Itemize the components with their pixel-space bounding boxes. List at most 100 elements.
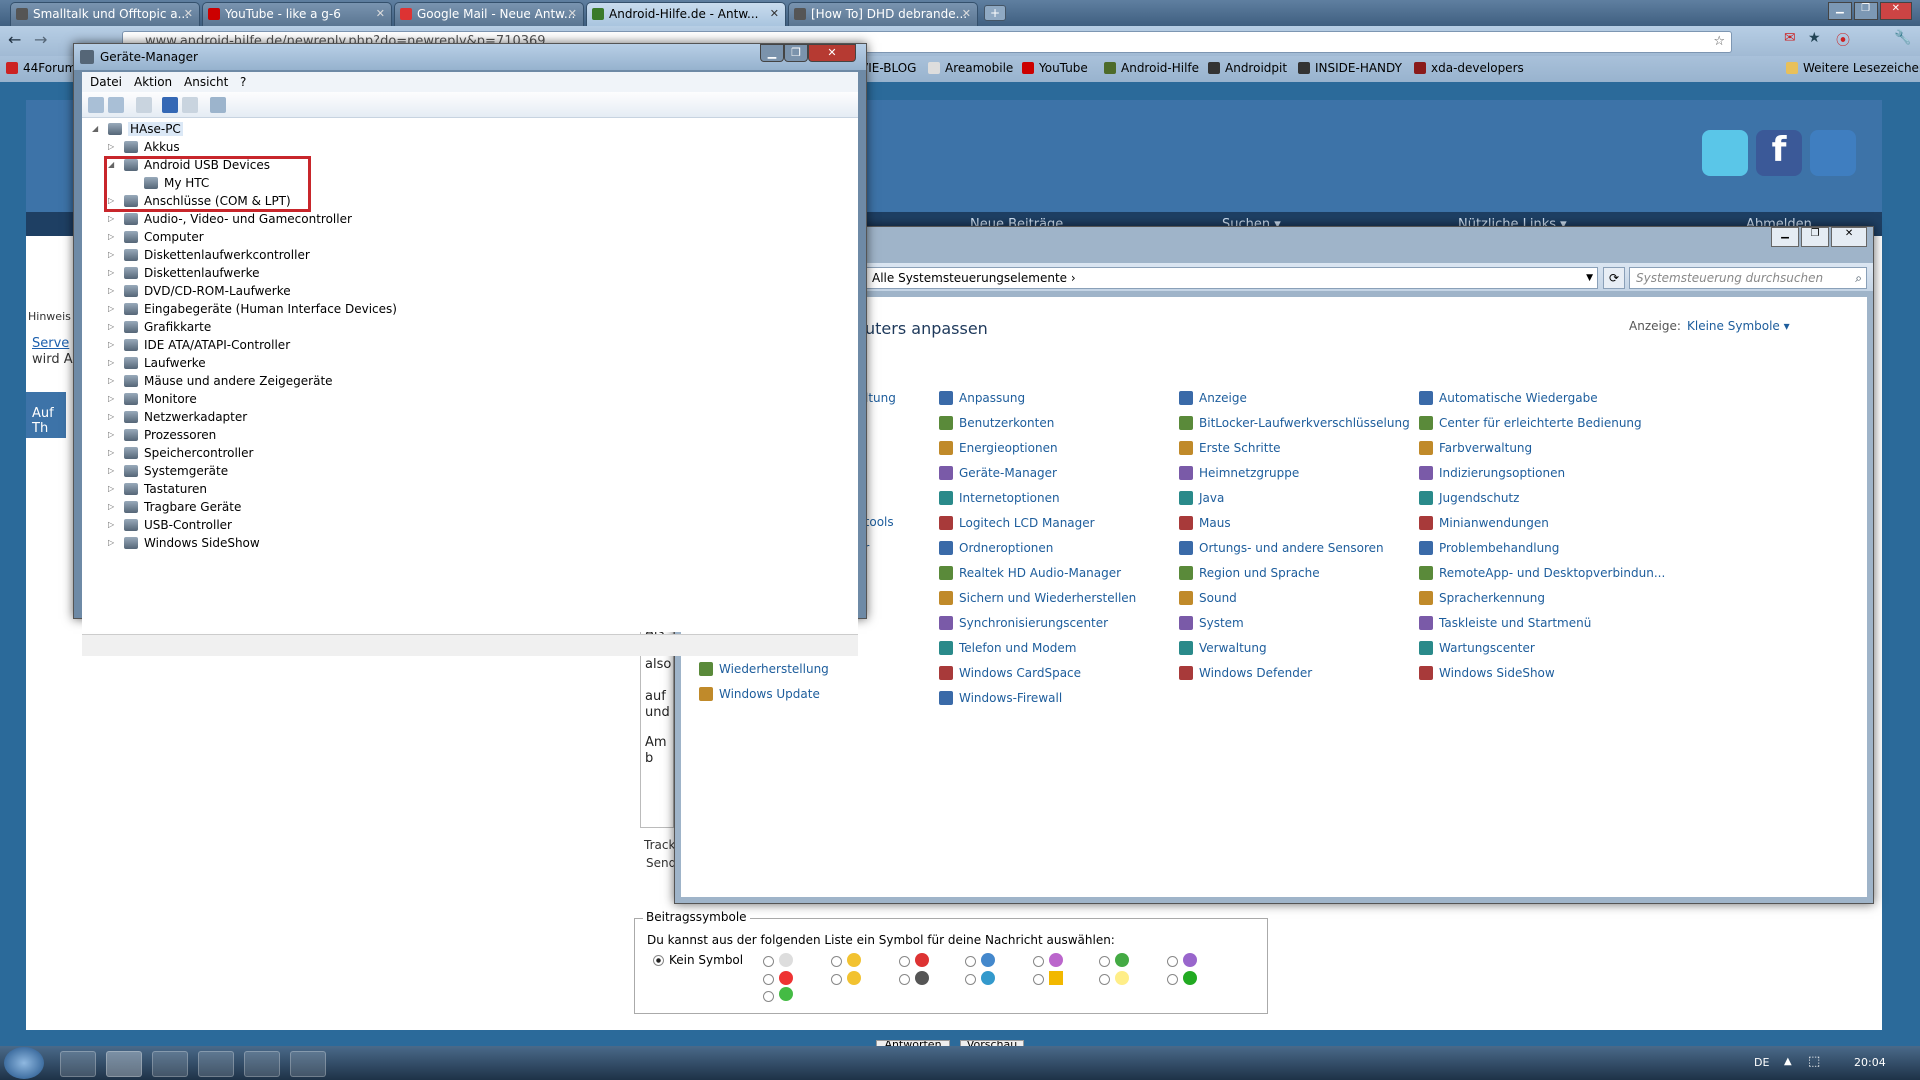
radio-icon[interactable] [965, 974, 976, 985]
cp-item[interactable]: Center für erleichterte Bedienung [1419, 414, 1642, 432]
bookmark-star-icon[interactable]: ☆ [1713, 32, 1725, 52]
radio-icon[interactable] [1167, 956, 1178, 967]
cp-item[interactable]: Region und Sprache [1179, 564, 1320, 582]
tree-category[interactable]: ▷ Diskettenlaufwerke [108, 264, 259, 282]
close-icon[interactable]: ✕ [962, 3, 971, 25]
collapse-arrow-icon[interactable]: ▷ [108, 480, 114, 498]
close-icon[interactable]: ✕ [568, 3, 577, 25]
maximize-button[interactable]: ❐ [1801, 227, 1830, 247]
tree-category[interactable]: ▷ Akkus [108, 138, 180, 156]
refresh-icon[interactable]: ⟳ [1603, 267, 1625, 289]
menu-ansicht[interactable]: Ansicht [184, 75, 228, 89]
skype-icon[interactable] [60, 1051, 96, 1077]
cp-item[interactable]: Anzeige [1179, 389, 1247, 407]
cp-item[interactable]: Automatische Wiedergabe [1419, 389, 1598, 407]
cp-item[interactable]: Benutzerkonten [939, 414, 1054, 432]
cp-item[interactable]: Ortungs- und andere Sensoren [1179, 539, 1384, 557]
close-icon[interactable]: ✕ [184, 3, 193, 25]
tab-youtube[interactable]: YouTube - like a g-6 ✕ [202, 2, 392, 26]
minimize-button[interactable]: ▁ [1771, 227, 1800, 247]
tree-category[interactable]: ▷ Diskettenlaufwerkcontroller [108, 246, 310, 264]
tree-category[interactable]: ▷ Tastaturen [108, 480, 207, 498]
cp-item[interactable]: BitLocker-Laufwerkverschlüsselung [1179, 414, 1410, 432]
tree-category[interactable]: ▷ Eingabegeräte (Human Interface Devices) [108, 300, 397, 318]
collapse-arrow-icon[interactable]: ▷ [108, 426, 114, 444]
cp-item[interactable]: Verwaltung [1179, 639, 1267, 657]
tree-category[interactable]: ▷ Systemgeräte [108, 462, 228, 480]
collapse-arrow-icon[interactable]: ▷ [108, 282, 114, 300]
tab-gmail[interactable]: Google Mail - Neue Antw... ✕ [394, 2, 584, 26]
tree-category[interactable]: ▷ Grafikkarte [108, 318, 211, 336]
maximize-button[interactable]: ❐ [784, 44, 808, 62]
cp-item[interactable]: Jugendschutz [1419, 489, 1519, 507]
collapse-arrow-icon[interactable]: ▷ [108, 498, 114, 516]
device-manager-icon[interactable] [290, 1051, 326, 1077]
radio-icon[interactable] [763, 974, 774, 985]
cp-item[interactable]: Synchronisierungscenter [939, 614, 1108, 632]
cp-search-input[interactable]: Systemsteuerung durchsuchen ⌕ [1629, 267, 1867, 289]
control-panel-icon[interactable] [244, 1051, 280, 1077]
forward-icon[interactable] [108, 97, 124, 113]
radio-icon[interactable] [1099, 974, 1110, 985]
cp-item[interactable]: Logitech LCD Manager [939, 514, 1095, 532]
cp-item-fragment[interactable]: ltung [865, 389, 896, 407]
radio-icon[interactable] [831, 956, 842, 967]
other-bookmarks[interactable]: Weitere Lesezeichen [1786, 61, 1920, 75]
collapse-arrow-icon[interactable]: ▷ [108, 534, 114, 552]
radio-icon[interactable] [1167, 974, 1178, 985]
tree-category[interactable]: ▷ Windows SideShow [108, 534, 260, 552]
radio-no-icon[interactable] [653, 955, 664, 966]
bookmark-youtube[interactable]: YouTube [1022, 61, 1088, 75]
cp-item[interactable]: System [1179, 614, 1244, 632]
cp-item[interactable]: Indizierungsoptionen [1419, 464, 1565, 482]
cp-item[interactable]: Java [1179, 489, 1224, 507]
cp-item[interactable]: Erste Schritte [1179, 439, 1281, 457]
tree-view-icon[interactable] [136, 97, 152, 113]
cp-item[interactable]: Internetoptionen [939, 489, 1060, 507]
cp-item[interactable]: Anpassung [939, 389, 1025, 407]
cp-item[interactable]: Windows Update [699, 685, 820, 703]
cp-item[interactable]: Wiederherstellung [699, 660, 829, 678]
collapse-arrow-icon[interactable]: ▷ [108, 336, 114, 354]
radio-icon[interactable] [831, 974, 842, 985]
forward-icon[interactable]: → [34, 30, 47, 49]
language-indicator[interactable]: DE [1754, 1056, 1769, 1069]
radio-icon[interactable] [763, 991, 774, 1002]
server-link-fragment[interactable]: Serve [32, 336, 69, 351]
twitter-icon[interactable] [1702, 130, 1748, 176]
cp-item[interactable]: RemoteApp- und Desktopverbindun... [1419, 564, 1665, 582]
collapse-arrow-icon[interactable]: ▷ [108, 390, 114, 408]
help-icon[interactable] [162, 97, 178, 113]
globe-icon[interactable] [1810, 130, 1856, 176]
collapse-arrow-icon[interactable]: ▷ [108, 354, 114, 372]
cp-item[interactable]: Windows CardSpace [939, 664, 1081, 682]
adblock-icon[interactable]: ⦿ [1836, 30, 1850, 50]
cp-item[interactable]: Windows SideShow [1419, 664, 1555, 682]
maximize-button[interactable]: ❐ [1853, 2, 1878, 20]
steam-icon[interactable] [198, 1051, 234, 1077]
bookmark-inside-handy[interactable]: INSIDE-HANDY [1298, 61, 1402, 75]
cp-item[interactable]: Windows-Firewall [939, 689, 1062, 707]
close-icon[interactable]: ✕ [376, 3, 385, 25]
collapse-arrow-icon[interactable]: ▷ [108, 138, 114, 156]
close-icon[interactable]: ✕ [770, 3, 779, 25]
tree-category[interactable]: ▷ Audio-, Video- und Gamecontroller [108, 210, 352, 228]
collapse-arrow-icon[interactable]: ▷ [108, 462, 114, 480]
extension-icon[interactable]: ★ [1808, 30, 1821, 46]
properties-icon[interactable] [182, 97, 198, 113]
cp-item[interactable]: Windows Defender [1179, 664, 1312, 682]
tree-category[interactable]: ▷ Monitore [108, 390, 197, 408]
tree-category[interactable]: ▷ IDE ATA/ATAPI-Controller [108, 336, 290, 354]
cp-item[interactable]: Geräte-Manager [939, 464, 1057, 482]
cp-item[interactable]: Maus [1179, 514, 1231, 532]
chrome-icon[interactable] [106, 1051, 142, 1077]
minimize-button[interactable]: ▁ [760, 44, 784, 62]
wrench-icon[interactable]: 🔧 [1894, 30, 1911, 46]
tab-android-hilfe[interactable]: Android-Hilfe.de - Antw... ✕ [586, 2, 786, 26]
cp-item[interactable]: Spracherkennung [1419, 589, 1545, 607]
bookmark-vie-blog[interactable]: VIE-BLOG [860, 61, 916, 75]
bookmark-androidpit[interactable]: Androidpit [1208, 61, 1287, 75]
tab-dhd[interactable]: [How To] DHD debrande... ✕ [788, 2, 978, 26]
gmail-extension-icon[interactable]: ✉ [1784, 30, 1796, 46]
tree-category[interactable]: ▷ Prozessoren [108, 426, 216, 444]
